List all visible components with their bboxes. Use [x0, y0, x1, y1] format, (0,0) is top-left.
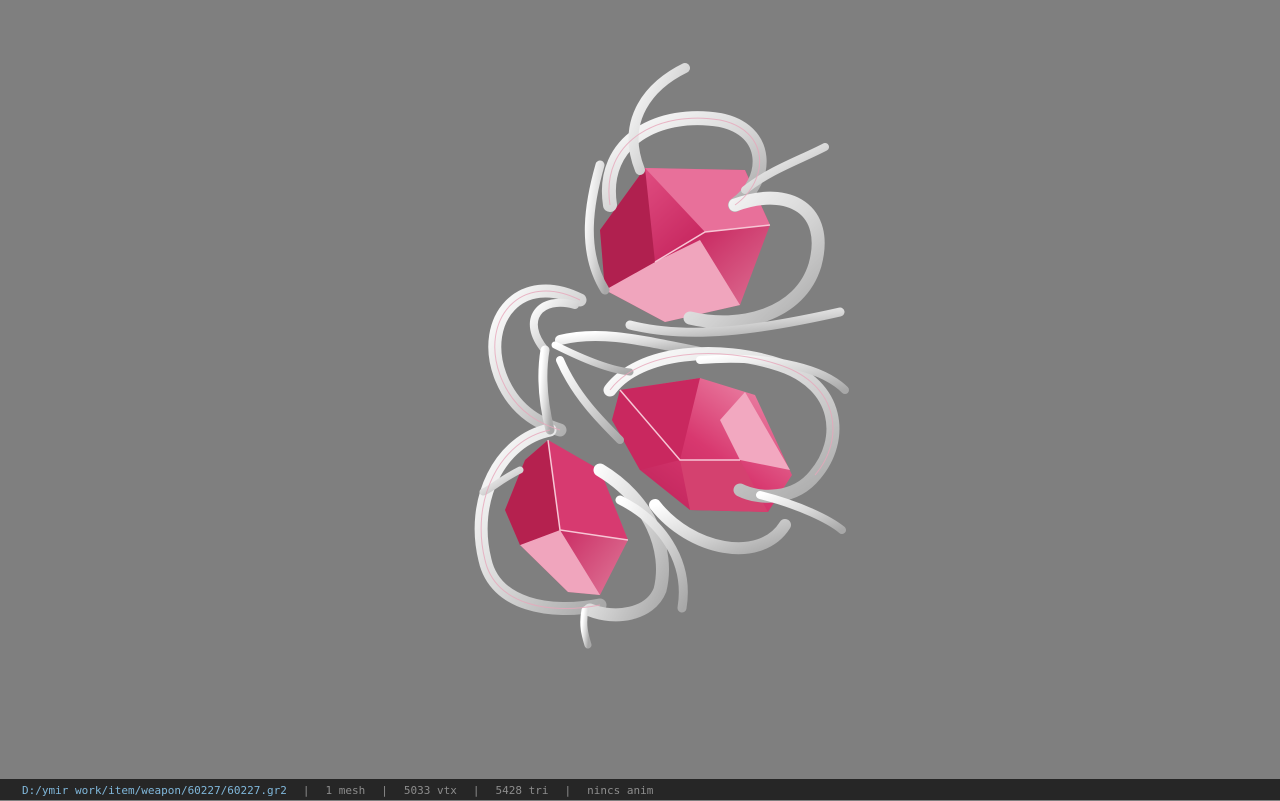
animation-status: nincs anim — [587, 784, 654, 797]
status-bar: D:/ymir work/item/weapon/60227/60227.gr2… — [0, 779, 1280, 800]
mesh-count: 1 mesh — [325, 784, 366, 797]
gem-bottom — [505, 439, 629, 595]
triangle-count: 5428 tri — [495, 784, 549, 797]
separator: | — [381, 784, 388, 797]
3d-viewport[interactable] — [0, 0, 1280, 779]
weapon-model[interactable] — [0, 0, 1280, 779]
vertex-count: 5033 vtx — [403, 784, 457, 797]
separator: | — [564, 784, 572, 797]
separator: | — [302, 784, 310, 797]
file-path: D:/ymir work/item/weapon/60227/60227.gr2 — [22, 784, 287, 797]
separator: | — [472, 784, 480, 797]
